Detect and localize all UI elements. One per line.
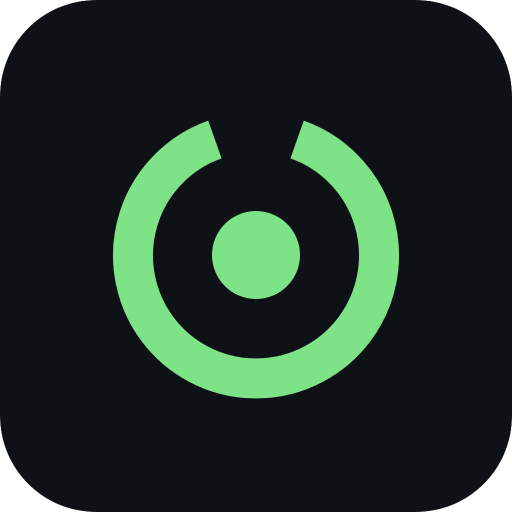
center-dot-icon [212, 211, 300, 299]
app-icon[interactable] [0, 0, 512, 512]
power-ring-icon [0, 0, 512, 512]
